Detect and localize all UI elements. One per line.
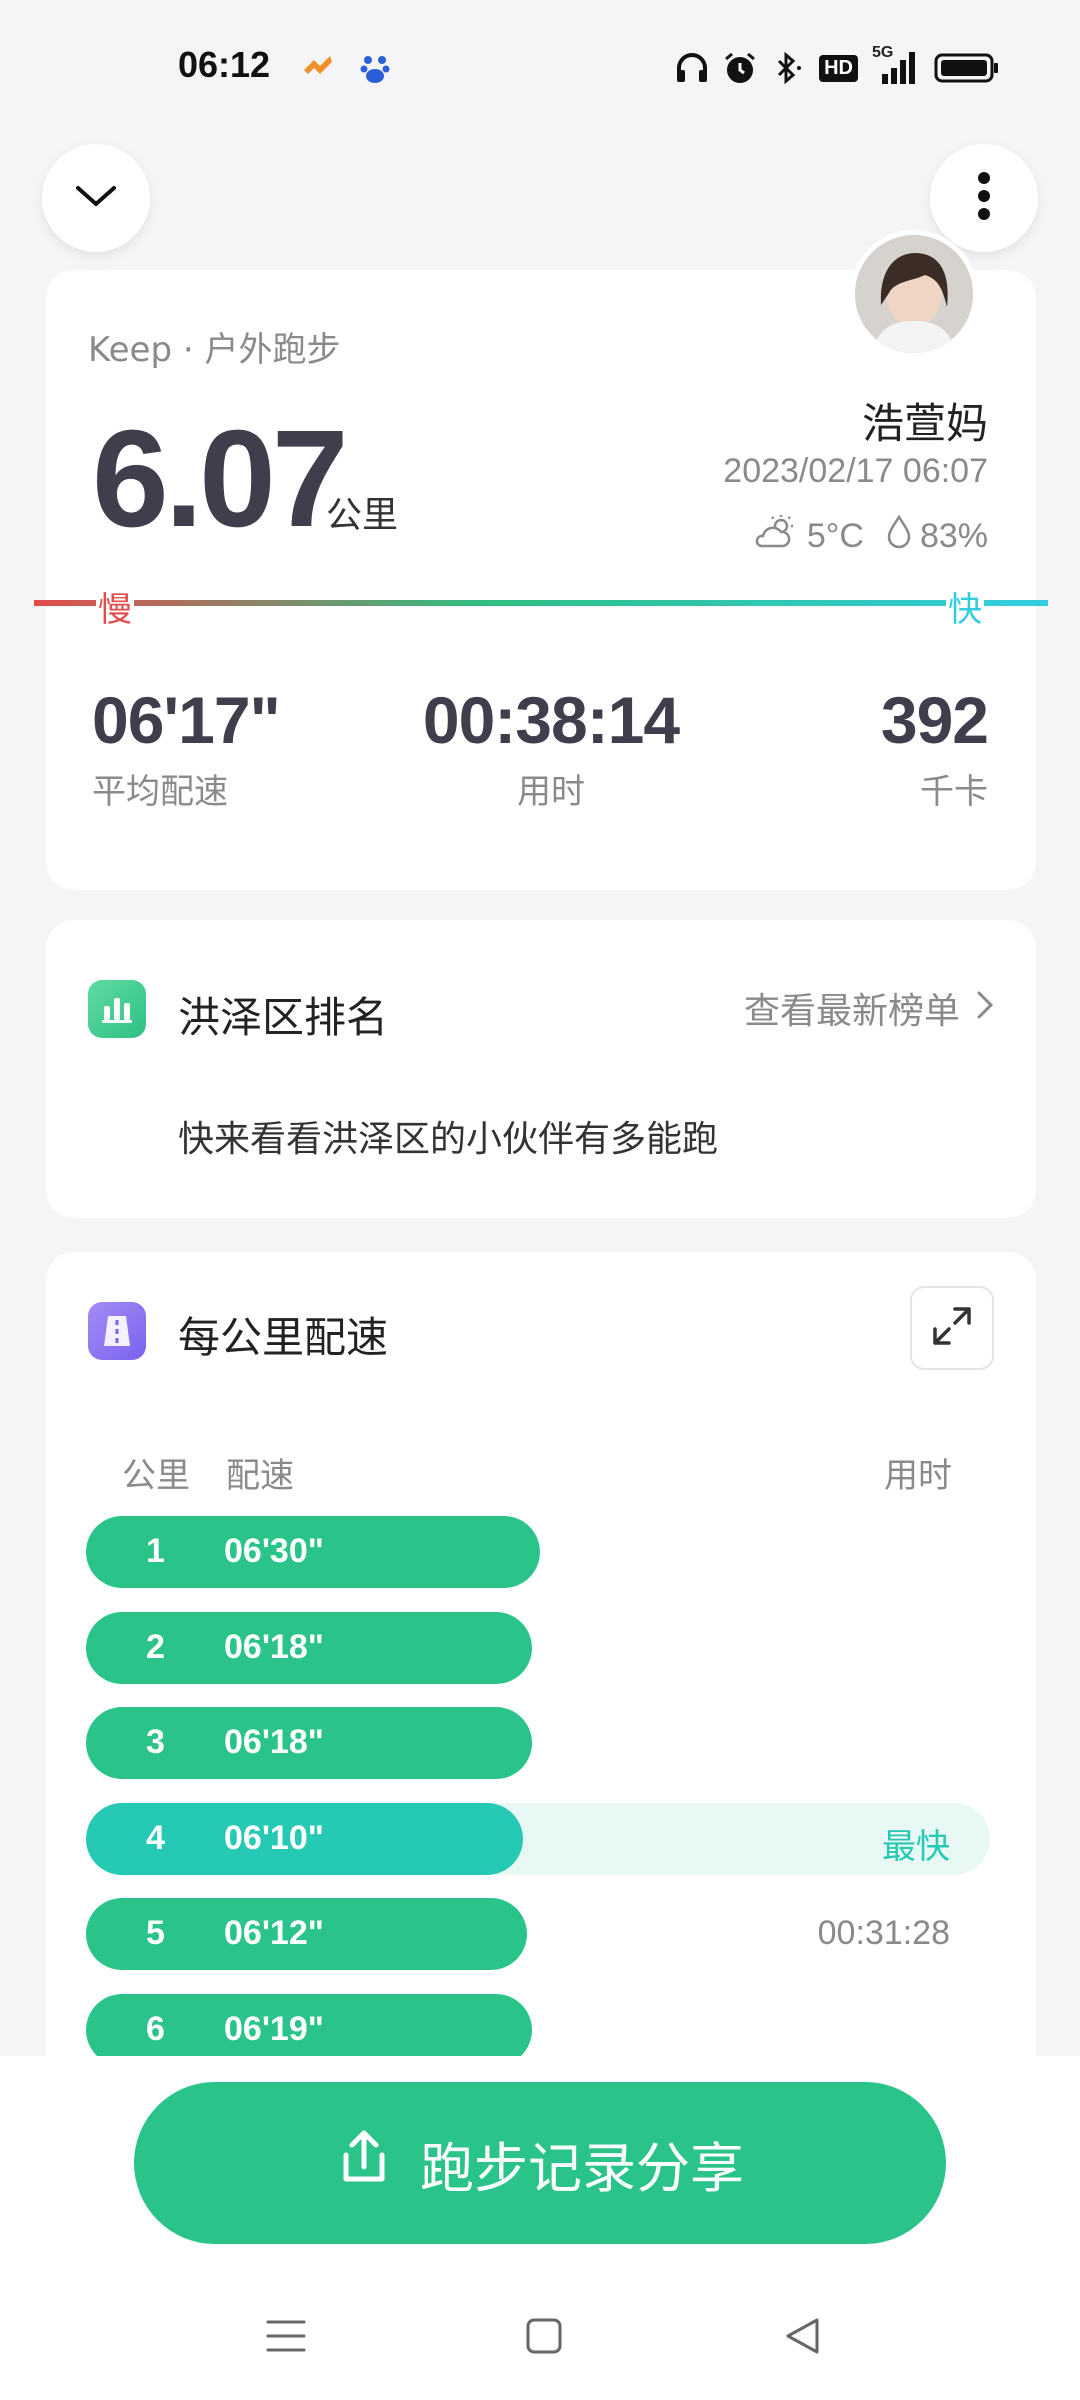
expand-icon (929, 1303, 975, 1353)
distance-unit: 公里 (326, 495, 399, 536)
pace-row: 2 06'18" (86, 1611, 990, 1684)
baidu-icon (360, 52, 390, 88)
stat-value: 00:38:14 (422, 683, 680, 757)
headphones-icon (675, 52, 709, 84)
ranking-card[interactable]: 洪泽区排名 查看最新榜单 快来看看洪泽区的小伙伴有多能跑 (46, 920, 1036, 1218)
menu-icon[interactable] (256, 2306, 316, 2366)
run-datetime: 2023/02/17 06:07 (723, 452, 988, 490)
pace-row-km: 2 (146, 1627, 165, 1666)
back-triangle-icon[interactable] (772, 2306, 832, 2366)
humidity-icon (886, 514, 912, 558)
run-summary-card: Keep · 户外跑步 浩萱妈 2023/02/17 06:07 5°C 83%… (34, 230, 1048, 890)
stat-duration: 00:38:14 用时 (416, 682, 686, 813)
collapse-button[interactable] (42, 144, 150, 252)
temperature: 5°C (806, 517, 864, 555)
view-leaderboard-link[interactable]: 查看最新榜单 (744, 982, 994, 1034)
weather-info: 5°C 83% (753, 514, 988, 559)
system-nav-bar (0, 2306, 1080, 2386)
bluetooth-icon (771, 51, 805, 85)
pace-row-time: 00:31:28 (817, 1914, 950, 1952)
speed-gradient-bar (34, 600, 1048, 606)
column-header-km: 公里 (122, 1456, 190, 1496)
view-leaderboard-label: 查看最新榜单 (743, 991, 960, 1032)
share-run-label: 跑步记录分享 (420, 2136, 744, 2200)
more-options-button[interactable] (930, 144, 1038, 252)
pace-title: 每公里配速 (178, 1313, 389, 1362)
pace-row: 1 06'30" (86, 1516, 990, 1588)
road-icon (88, 1302, 146, 1360)
fastest-tag: 最快 (882, 1826, 950, 1867)
pace-row-km: 5 (146, 1914, 165, 1952)
status-time: 06:12 (178, 44, 271, 85)
status-right-icons: HD 5G (675, 44, 1000, 86)
pace-row: 3 06'18" (86, 1707, 990, 1779)
pace-per-km-card: 每公里配速 公里 配速 用时 1 06'30" 2 06'18" 3 06'18" 4 06'… (46, 1252, 1036, 2112)
chevron-down-icon (74, 182, 118, 214)
alarm-icon (723, 51, 757, 85)
pace-row-km: 3 (146, 1723, 165, 1761)
more-vertical-icon (977, 171, 991, 225)
stat-value: 392 (880, 683, 989, 757)
share-upload-icon (336, 2127, 392, 2200)
status-left-icons (300, 52, 390, 88)
strava-icon (300, 52, 336, 88)
hd-badge: HD (819, 54, 858, 82)
distance-value: 6.07 (92, 402, 349, 556)
pace-row-value: 06'18" (224, 1627, 324, 1666)
expand-button[interactable] (910, 1286, 994, 1370)
share-run-button[interactable]: 跑步记录分享 (134, 2082, 946, 2244)
stat-value: 06'17" (92, 683, 281, 757)
stat-label: 平均配速 (92, 772, 228, 812)
source-label: Keep · 户外跑步 (88, 330, 341, 370)
pace-row-value: 06'18" (224, 1723, 324, 1761)
chevron-right-icon (976, 988, 994, 1029)
battery-icon (934, 52, 1000, 84)
speed-slow-label: 慢 (96, 582, 134, 631)
ranking-description: 快来看看洪泽区的小伙伴有多能跑 (178, 1119, 719, 1160)
signal-5g-icon: 5G (872, 44, 920, 86)
ranking-title: 洪泽区排名 (178, 993, 389, 1042)
stat-label: 用时 (517, 772, 585, 812)
avatar[interactable] (850, 230, 978, 358)
column-header-time: 用时 (884, 1456, 952, 1496)
home-square-icon[interactable] (514, 2306, 574, 2366)
pace-row: 6 06'19" (86, 1993, 990, 2066)
speed-fast-label: 快 (946, 582, 984, 631)
pace-row-km: 1 (146, 1532, 165, 1570)
pace-row-value: 06'12" (224, 1914, 324, 1952)
status-bar: 06:12 HD 5G (0, 0, 1080, 140)
pace-row-km: 6 (146, 2009, 165, 2048)
pace-row-km: 4 (146, 1818, 165, 1857)
partly-cloudy-icon (753, 514, 799, 559)
pace-row: 5 06'12" 00:31:28 (86, 1898, 990, 1970)
bar-chart-icon (88, 980, 146, 1038)
stat-calories: 392 千卡 (880, 682, 989, 813)
pace-row-value: 06'30" (224, 1532, 324, 1570)
stat-avg-pace: 06'17" 平均配速 (92, 682, 281, 813)
bottom-action-area: 跑步记录分享 (0, 2056, 1080, 2400)
pace-row: 4 06'10" 最快 (86, 1802, 990, 1875)
humidity: 83% (919, 517, 988, 555)
pace-row-value: 06'10" (224, 1818, 324, 1857)
stat-label: 千卡 (920, 772, 988, 812)
column-header-pace: 配速 (226, 1456, 294, 1496)
pace-row-value: 06'19" (224, 2009, 324, 2048)
username: 浩萱妈 (861, 399, 988, 448)
